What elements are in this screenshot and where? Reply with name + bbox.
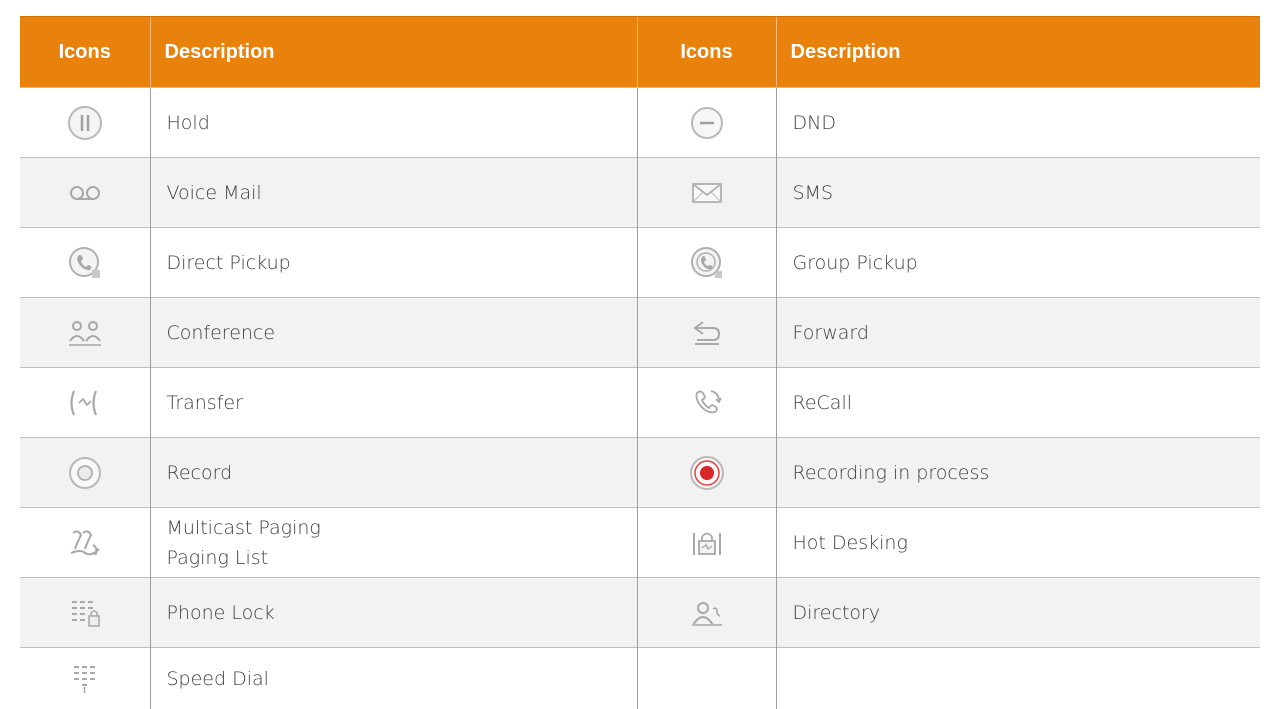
description-cell: Multicast Paging Paging List xyxy=(149,507,637,578)
column-header-icons: Icons xyxy=(20,16,150,88)
description-cell: Speed Dial xyxy=(149,647,637,709)
description-cell: Phone Lock xyxy=(149,577,637,648)
description-cell: Voice Mail xyxy=(149,157,637,228)
description-cell: Directory xyxy=(775,577,1260,648)
table-row: Direct Pickup Group Pickup xyxy=(20,227,1260,298)
description-cell: ReCall xyxy=(775,367,1260,438)
description-cell: SMS xyxy=(775,157,1260,228)
column-header-description: Description xyxy=(149,16,637,88)
recording-in-process-icon xyxy=(687,453,727,493)
recall-icon xyxy=(687,383,727,423)
description-cell: Hot Desking xyxy=(775,507,1260,578)
description-cell: Direct Pickup xyxy=(149,227,637,298)
description-line: Multicast Paging xyxy=(166,516,321,539)
dnd-icon xyxy=(687,103,727,143)
description-line: Paging List xyxy=(166,546,269,569)
direct-pickup-icon xyxy=(65,243,105,283)
icon-description-table: Icons Description Icons Description Hold… xyxy=(20,16,1260,709)
voicemail-icon xyxy=(65,173,105,213)
description-cell: Forward xyxy=(775,297,1260,368)
hold-icon xyxy=(65,103,105,143)
empty-icon-cell xyxy=(636,647,776,709)
description-cell: DND xyxy=(775,87,1260,158)
table-row: Phone Lock Directory xyxy=(20,577,1260,648)
conference-icon xyxy=(65,313,105,353)
description-cell: Group Pickup xyxy=(775,227,1260,298)
description-cell: Recording in process xyxy=(775,437,1260,508)
description-cell: Transfer xyxy=(149,367,637,438)
phone-lock-icon xyxy=(65,593,105,633)
forward-icon xyxy=(687,313,727,353)
table-row: Conference Forward xyxy=(20,297,1260,368)
group-pickup-icon xyxy=(687,243,727,283)
table-row: Multicast Paging Paging List Hot Desking xyxy=(20,507,1260,578)
multicast-paging-icon xyxy=(65,523,105,563)
table-row: Hold DND xyxy=(20,87,1260,158)
empty-description-cell xyxy=(775,647,1260,709)
directory-icon xyxy=(687,593,727,633)
speed-dial-icon xyxy=(65,659,105,699)
table-header-row: Icons Description Icons Description xyxy=(20,16,1260,88)
description-cell: Conference xyxy=(149,297,637,368)
description-cell: Record xyxy=(149,437,637,508)
column-header-icons: Icons xyxy=(636,16,776,88)
table-row: Record Recording in process xyxy=(20,437,1260,508)
icon-reference-sheet: Icons Description Icons Description Hold… xyxy=(0,0,1266,709)
table-row: Voice Mail SMS xyxy=(20,157,1260,228)
record-icon xyxy=(65,453,105,493)
hot-desking-icon xyxy=(687,523,727,563)
description-cell: Hold xyxy=(149,87,637,158)
envelope-icon xyxy=(687,173,727,213)
table-row: Transfer ReCall xyxy=(20,367,1260,438)
transfer-icon xyxy=(65,383,105,423)
column-header-description: Description xyxy=(775,16,1260,88)
table-row: Speed Dial xyxy=(20,647,1260,709)
